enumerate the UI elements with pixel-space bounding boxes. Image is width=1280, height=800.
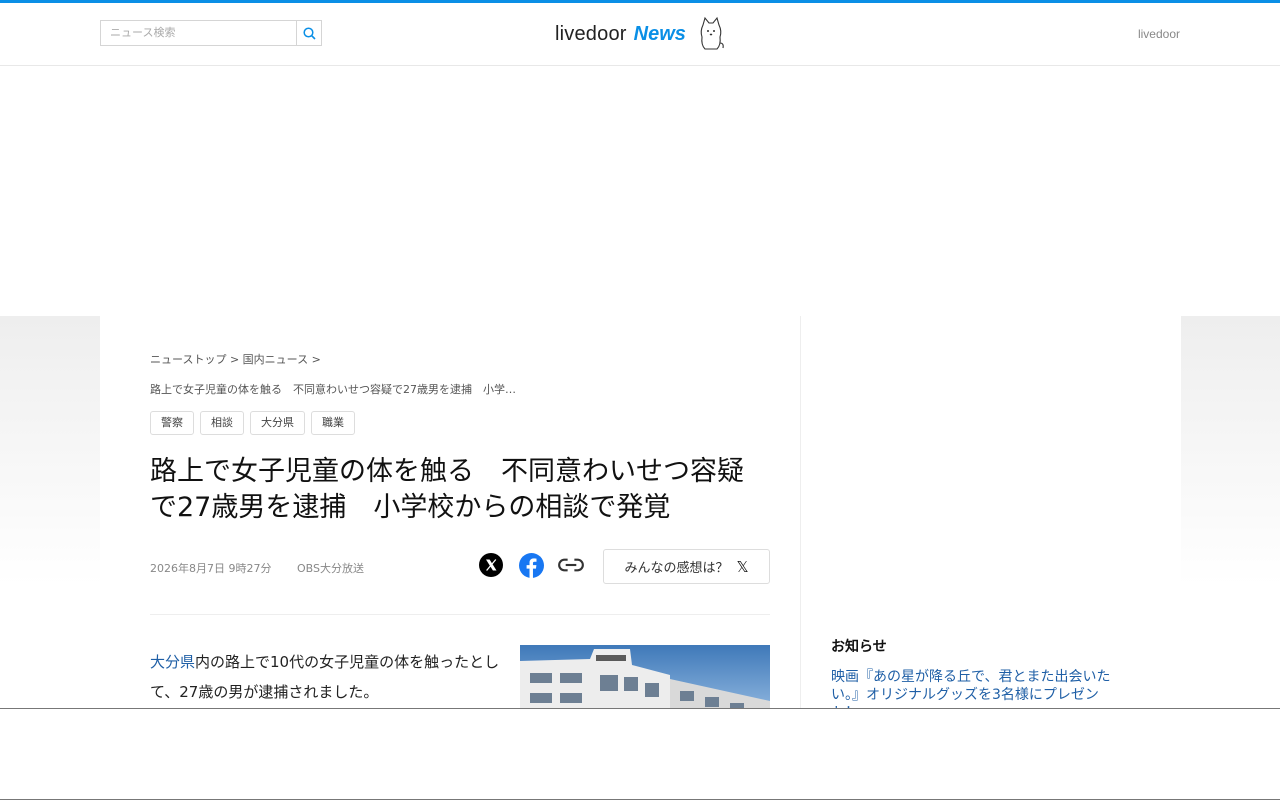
breadcrumb-news-top[interactable]: ニューストップ	[150, 353, 226, 366]
logo-news-text: News	[633, 22, 686, 45]
livedoor-home-link[interactable]: livedoor	[1138, 27, 1180, 41]
breadcrumb-current: 路上で女子児童の体を触る 不同意わいせつ容疑で27歳男を逮捕 小学…	[150, 383, 516, 396]
article-title: 路上で女子児童の体を触る 不同意わいせつ容疑で27歳男を逮捕 小学校からの相談で…	[150, 456, 744, 523]
x-icon	[479, 553, 503, 577]
reaction-label: みんなの感想は？	[624, 561, 729, 576]
logo-livedoor-text: livedoor	[555, 22, 627, 45]
share-facebook-button[interactable]	[518, 552, 544, 578]
article-meta: 2026年8月7日 9時27分 OBS大分放送	[150, 560, 364, 576]
reaction-button[interactable]: みんなの感想は？ 𝕏	[603, 549, 770, 584]
bottom-ad-banner	[0, 708, 1280, 800]
search-input[interactable]: ニュース検索	[101, 21, 296, 45]
share-x-button[interactable]	[478, 552, 504, 578]
breadcrumb-separator: >	[229, 353, 240, 366]
livedoor-news-logo[interactable]: livedoor News	[555, 14, 726, 54]
publish-date: 2026年8月7日 9時27分	[150, 562, 272, 575]
facebook-icon	[518, 552, 544, 578]
breadcrumb-separator: >	[311, 353, 321, 366]
article-body: 大分県内の路上で10代の女子児童の体を触ったとして、27歳の男が逮捕されました。	[150, 647, 500, 707]
body-text: 内の路上で10代の女子児童の体を触ったとして、27歳の男が逮捕されました。	[150, 653, 500, 701]
tag-consultation[interactable]: 相談	[200, 411, 244, 435]
news-search: ニュース検索	[100, 20, 322, 46]
sidebar: お知らせ 映画『あの星が降る丘で、君とまた出会いたい。』オリジナルグッズを3名様…	[800, 316, 1181, 721]
x-icon: 𝕏	[736, 557, 749, 576]
share-buttons	[478, 552, 598, 578]
tag-oita[interactable]: 大分県	[250, 411, 305, 435]
divider	[150, 614, 770, 615]
keyword-link-oita[interactable]: 大分県	[150, 653, 195, 671]
tag-occupation[interactable]: 職業	[311, 411, 355, 435]
article-source[interactable]: OBS大分放送	[297, 562, 364, 575]
site-header: ニュース検索 livedoor News livedoor	[0, 3, 1280, 66]
article-main: ニューストップ > 国内ニュース > 路上で女子児童の体を触る 不同意わいせつ容…	[100, 316, 800, 725]
search-icon	[302, 26, 316, 40]
breadcrumb: ニューストップ > 国内ニュース >	[150, 351, 321, 367]
breadcrumb-domestic-news[interactable]: 国内ニュース	[243, 353, 308, 366]
tag-list: 警察 相談 大分県 職業	[150, 411, 355, 435]
search-button[interactable]	[296, 21, 321, 45]
notice-heading: お知らせ	[831, 639, 887, 655]
dog-mascot-icon	[700, 16, 724, 50]
copy-link-button[interactable]	[558, 552, 584, 578]
link-icon	[558, 558, 584, 572]
tag-police[interactable]: 警察	[150, 411, 194, 435]
